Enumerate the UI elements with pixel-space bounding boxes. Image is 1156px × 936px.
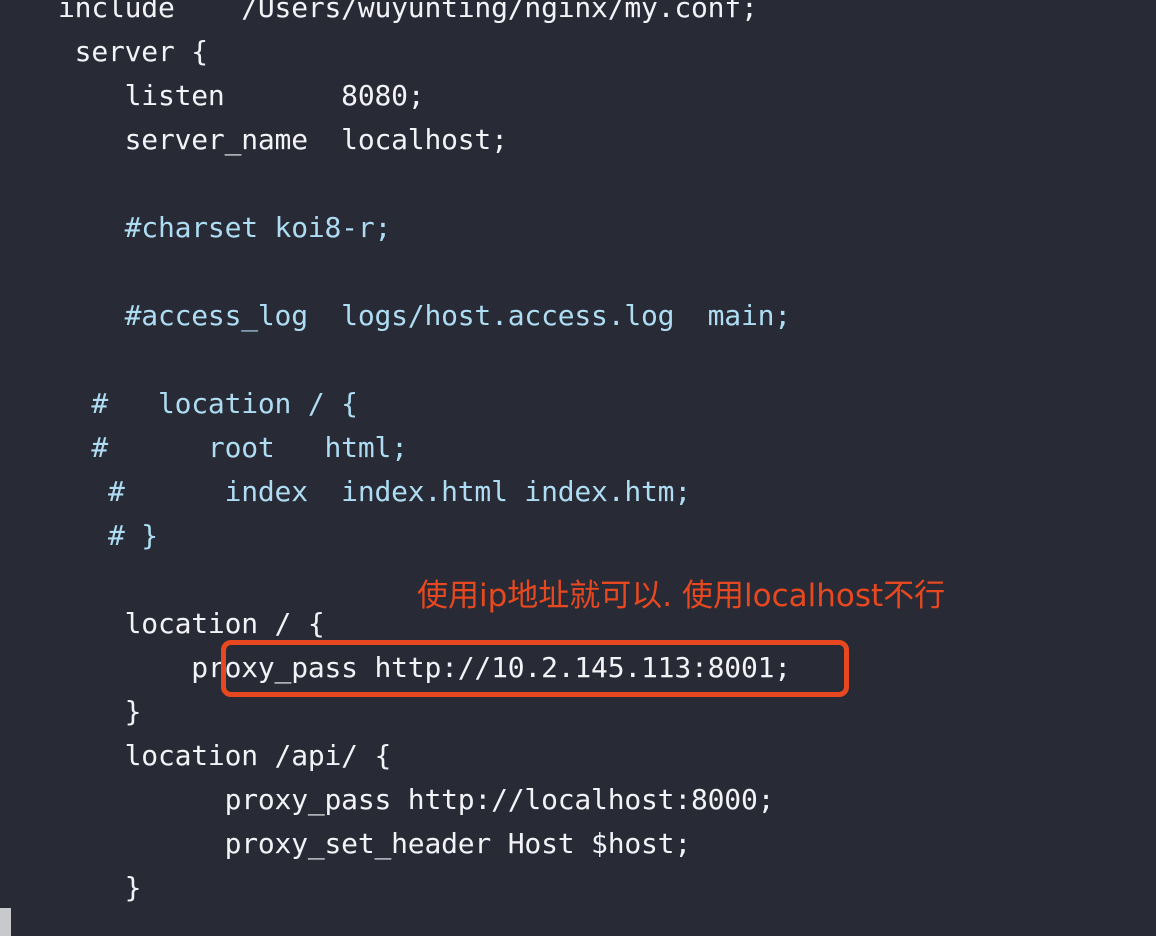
code-line[interactable]: proxy_pass http://10.2.145.113:8001;	[58, 646, 791, 690]
code-line[interactable]: # index index.html index.htm;	[58, 470, 691, 514]
code-line[interactable]: }	[58, 866, 142, 910]
code-line[interactable]: location / {	[58, 602, 325, 646]
horizontal-scrollbar-thumb[interactable]	[0, 908, 11, 936]
code-line[interactable]: proxy_set_header Host $host;	[58, 822, 692, 866]
code-content[interactable]: include /Users/wuyunting/nginx/my.conf; …	[0, 0, 1156, 936]
code-line[interactable]: location /api/ {	[58, 734, 392, 778]
code-line[interactable]: }	[58, 690, 142, 734]
code-line[interactable]: proxy_pass http://localhost:8000;	[58, 778, 775, 822]
code-line[interactable]: # location / {	[58, 382, 358, 426]
code-line[interactable]: listen 8080;	[58, 74, 425, 118]
code-line[interactable]: include /Users/wuyunting/nginx/my.conf;	[58, 0, 758, 30]
code-line[interactable]: server_name localhost;	[58, 118, 508, 162]
code-line[interactable]: #access_log logs/host.access.log main;	[58, 294, 792, 338]
code-line[interactable]: #charset koi8-r;	[58, 206, 392, 250]
code-line[interactable]: # }	[58, 514, 158, 558]
code-line[interactable]: server {	[58, 30, 208, 74]
code-editor-screen: include /Users/wuyunting/nginx/my.conf; …	[0, 0, 1156, 936]
annotation-text: 使用ip地址就可以. 使用localhost不行	[417, 578, 946, 614]
code-line[interactable]: # root html;	[58, 426, 408, 470]
